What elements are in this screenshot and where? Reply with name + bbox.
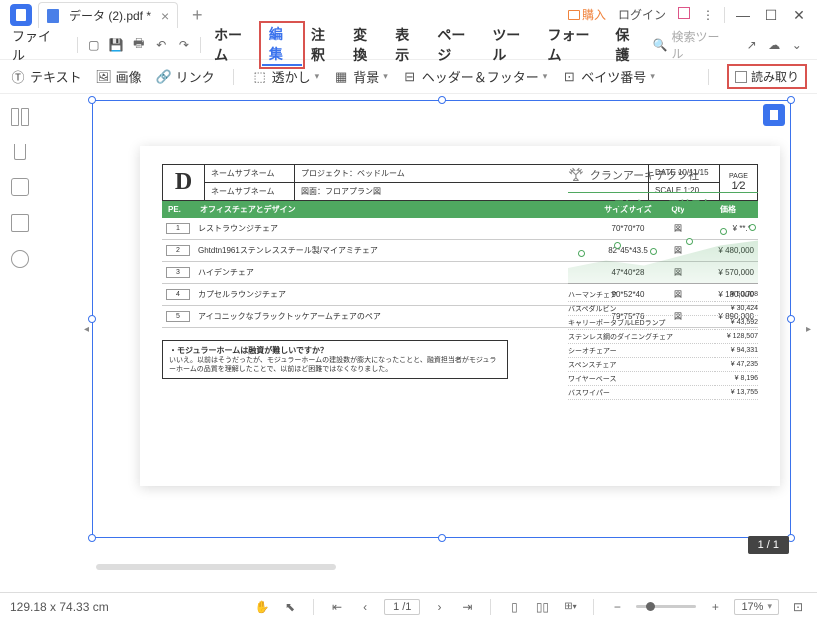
share-icon[interactable]: ↗ <box>741 34 762 56</box>
side-panel <box>0 94 40 592</box>
notification-icon[interactable] <box>672 1 696 29</box>
close-window-button[interactable]: ✕ <box>785 7 813 24</box>
list-item: シーオチェアー¥ 94,331 <box>568 344 758 358</box>
header-footer-icon: ⊟ <box>402 69 418 85</box>
prev-page-arrow[interactable]: ◂ <box>84 324 89 335</box>
attachment-icon[interactable] <box>11 214 29 232</box>
prev-page-icon[interactable]: ‹ <box>356 598 374 616</box>
background-icon: ▦ <box>333 69 349 85</box>
list-item: キャリーポータブルLEDランプ¥ 43,592 <box>568 316 758 330</box>
single-page-icon[interactable]: ▯ <box>505 598 523 616</box>
menu-convert[interactable]: 変換 <box>346 25 386 65</box>
two-page-icon[interactable]: ▯▯ <box>533 598 551 616</box>
note-box: ・モジュラーホームは融資が難しいですか？ いいえ。以前はそうだったが、モジュラー… <box>162 340 508 379</box>
menu-tool[interactable]: ツール <box>485 25 538 65</box>
fit-page-icon[interactable]: ⊡ <box>789 598 807 616</box>
search-icon: 🔍 <box>653 38 668 52</box>
menu-page[interactable]: ページ <box>430 25 483 65</box>
menu-edit[interactable]: 編集 <box>262 24 302 66</box>
thumbnails-icon[interactable] <box>11 108 29 126</box>
doc-icon <box>47 9 59 23</box>
stool-icon: 𐂷 <box>568 164 584 186</box>
menu-view[interactable]: 表示 <box>388 25 428 65</box>
brand: 𐂷クランアーキテクツ社 <box>568 164 758 186</box>
tool-background[interactable]: ▦背景▾ <box>333 67 388 86</box>
canvas[interactable]: ◂ ▸ D ネームサブネームプロジェクト：ベッドルームDATE 10/11/15 <box>40 94 817 592</box>
hand-tool-icon[interactable]: ✋ <box>253 598 271 616</box>
tool-image[interactable]: 🖼画像 <box>96 67 142 86</box>
tool-header-footer[interactable]: ⊟ヘッダー＆フッター▾ <box>402 67 548 86</box>
image-icon: 🖼 <box>96 69 112 85</box>
watermark-icon: ⬚ <box>252 69 268 85</box>
page-input[interactable]: 1 /1 <box>384 599 420 615</box>
checkbox-icon <box>735 71 747 83</box>
mini-table: ハーマンチェア¥ 50,708バスペダルビン¥ 30,424キャリーポータブルL… <box>568 288 758 400</box>
file-menu[interactable]: ファイル <box>2 26 71 64</box>
menu-annotate[interactable]: 注釈 <box>304 25 344 65</box>
minimize-button[interactable]: — <box>729 7 757 23</box>
search-tool[interactable]: 🔍検索ツール <box>653 28 727 62</box>
menu-form[interactable]: フォーム <box>541 25 607 65</box>
chevron-down-icon[interactable]: ⌄ <box>786 34 807 56</box>
first-page-icon[interactable]: ⇤ <box>328 598 346 616</box>
zoom-in-icon[interactable]: + <box>706 598 724 616</box>
dimensions-readout: 129.18 x 74.33 cm <box>10 600 109 614</box>
select-tool-icon[interactable]: ⬉ <box>281 598 299 616</box>
list-item: ハーマンチェア¥ 50,708 <box>568 288 758 302</box>
document-tab[interactable]: データ (2).pdf * × <box>38 2 178 28</box>
undo-icon[interactable]: ↶ <box>151 34 172 56</box>
bookmark-icon[interactable] <box>14 144 26 160</box>
list-item: バスペダルビン¥ 30,424 <box>568 302 758 316</box>
link-icon: 🔗 <box>156 69 172 85</box>
next-page-arrow[interactable]: ▸ <box>806 324 811 335</box>
menu-protect[interactable]: 保護 <box>608 25 648 65</box>
maximize-button[interactable]: ☐ <box>757 7 785 24</box>
app-logo[interactable] <box>10 4 32 26</box>
zoom-out-icon[interactable]: − <box>608 598 626 616</box>
consumer-title: コンシューマリスト <box>568 192 758 216</box>
last-page-icon[interactable]: ⇥ <box>458 598 476 616</box>
close-tab-icon[interactable]: × <box>161 8 169 24</box>
list-item: スペンスチェア¥ 47,235 <box>568 358 758 372</box>
text-icon: Ⓣ <box>10 69 26 85</box>
print-icon[interactable]: 🖶 <box>129 34 150 56</box>
redo-icon[interactable]: ↷ <box>174 34 195 56</box>
zoom-slider[interactable] <box>636 605 696 608</box>
document-page: D ネームサブネームプロジェクト：ベッドルームDATE 10/11/15 ネーム… <box>140 146 780 486</box>
pdf-badge-icon[interactable] <box>763 104 785 126</box>
kebab-menu[interactable]: ⋮ <box>696 1 720 29</box>
tool-watermark[interactable]: ⬚透かし▾ <box>252 67 320 86</box>
tool-link[interactable]: 🔗リンク <box>156 67 215 86</box>
h-scrollbar[interactable] <box>96 564 336 570</box>
page-indicator: 1 / 1 <box>748 536 789 554</box>
comment-icon[interactable] <box>11 178 29 196</box>
open-icon[interactable]: ▢ <box>83 34 104 56</box>
save-icon[interactable]: 💾 <box>106 34 127 56</box>
cart-icon <box>568 10 580 20</box>
search-panel-icon[interactable] <box>11 250 29 268</box>
zoom-dropdown[interactable]: 17%▾ <box>734 599 779 615</box>
menu-home[interactable]: ホーム <box>207 25 260 65</box>
tool-read[interactable]: 読み取り <box>727 64 807 89</box>
grid-page-icon[interactable]: ⊞▾ <box>561 598 579 616</box>
tab-title: データ (2).pdf * <box>69 7 151 24</box>
logo-d: D <box>163 165 205 200</box>
mini-chart <box>568 220 758 284</box>
tool-text[interactable]: Ⓣテキスト <box>10 67 82 86</box>
cloud-icon[interactable]: ☁ <box>764 34 785 56</box>
next-page-icon[interactable]: › <box>430 598 448 616</box>
list-item: ステンレス鋼のダイニングチェア¥ 128,507 <box>568 330 758 344</box>
tool-bates[interactable]: ⊡ベイツ番号▾ <box>561 67 655 86</box>
list-item: ワイヤーベース¥ 8,196 <box>568 372 758 386</box>
list-item: バスワイパー¥ 13,755 <box>568 386 758 400</box>
bates-icon: ⊡ <box>561 69 577 85</box>
